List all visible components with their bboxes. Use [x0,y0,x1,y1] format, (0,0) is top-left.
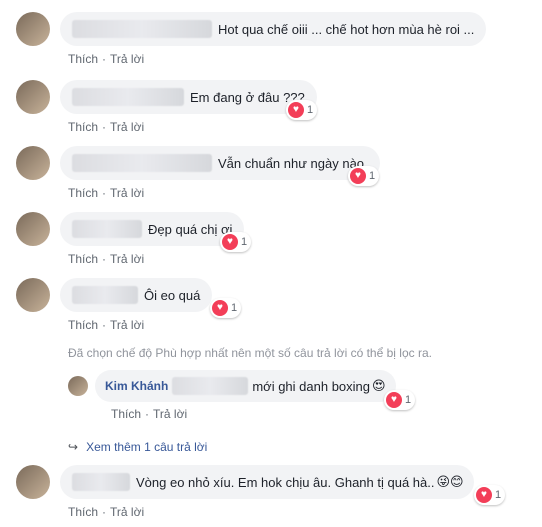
avatar[interactable] [16,146,50,180]
comment: Em đang ở đâu ??? ♥ 1 Thích · Trả lời [0,80,542,140]
like-link[interactable]: Thích [68,52,98,66]
comment-text: Ôi eo quá [144,287,201,303]
emoji-pair: 😜😊 [436,474,464,489]
like-link[interactable]: Thích [68,505,98,519]
heart-icon: ♥ [222,234,238,250]
view-more-label[interactable]: Xem thêm 1 câu trả lời [86,440,207,454]
reaction-badge[interactable]: ♥ 1 [348,166,380,186]
comment-bubble: Vòng eo nhỏ xíu. Em hok chịu âu. Ghanh t… [60,465,474,499]
like-link[interactable]: Thích [68,318,98,332]
reply-link[interactable]: Trả lời [153,407,187,421]
heart-icon: ♥ [212,300,228,316]
comment-text: Vòng eo nhỏ xíu. Em hok chịu âu. Ghanh t… [136,474,435,490]
blurred-name [172,377,249,395]
like-link[interactable]: Thích [111,407,141,421]
filter-note: Đã chọn chế độ Phù hợp nhất nên một số c… [68,346,432,360]
blurred-name [72,88,184,106]
reaction-badge[interactable]: ♥ 1 [210,298,242,318]
heart-icon: ♥ [476,487,492,503]
comment-bubble: Đẹp quá chị ơi [60,212,245,246]
comment-bubble: Em đang ở đâu ??? [60,80,317,114]
reaction-count: 1 [231,302,238,314]
avatar[interactable] [16,12,50,46]
reaction-count: 1 [369,170,376,182]
comment-actions: Thích · Trả lời [68,52,145,66]
blurred-name [72,220,142,238]
reply-link[interactable]: Trả lời [110,186,144,200]
comment-bubble: Ôi eo quá [60,278,213,312]
reply-link[interactable]: Trả lời [110,120,144,134]
comment: Vẫn chuẩn như ngày nào. ♥ 1 Thích · Trả lờ… [0,146,542,206]
like-link[interactable]: Thích [68,186,98,200]
comment-actions: Thích · Trả lời [68,318,145,332]
heart-icon: ♥ [350,168,366,184]
reply-link[interactable]: Trả lời [110,252,144,266]
reply-arrow-icon: ↪ [68,440,79,454]
blurred-name [72,286,138,304]
reply-bubble: Kim Khánh mới ghi danh boxing 😍 [95,370,396,402]
avatar[interactable] [16,80,50,114]
reply-text: mới ghi danh boxing [252,378,370,394]
heart-icon: ♥ [288,102,304,118]
reply-link[interactable]: Trả lời [110,318,144,332]
comment: Ôi eo quá ♥ 1 Thích · Trả lời [0,278,542,338]
comment-actions: Thích · Trả lời [68,120,145,134]
comment-bubble: Hot qua chế oiii ... chế hot hơn mùa hè … [60,12,487,46]
heart-icon: ♥ [386,392,402,408]
reply-link[interactable]: Trả lời [110,505,144,519]
reaction-badge[interactable]: ♥ 1 [220,232,252,252]
avatar[interactable] [68,376,88,396]
blurred-name [72,473,130,491]
blurred-name [72,154,212,172]
avatar[interactable] [16,465,50,499]
comment-actions: Thích · Trả lời [68,252,145,266]
comment-actions: Thích · Trả lời [68,505,145,519]
view-more-replies[interactable]: ↪ Xem thêm 1 câu trả lời [68,440,207,454]
comment: Hot qua chế oiii ... chế hot hơn mùa hè … [0,12,542,72]
comment: Đẹp quá chị ơi ♥ 1 Thích · Trả lời [0,212,542,272]
avatar[interactable] [16,278,50,312]
reaction-badge[interactable]: ♥ 1 [286,100,318,120]
reaction-badge[interactable]: ♥ 1 [474,485,506,505]
comment: Vòng eo nhỏ xíu. Em hok chịu âu. Ghanh t… [0,465,542,525]
reply-author[interactable]: Kim Khánh [105,379,168,393]
reaction-count: 1 [241,236,248,248]
reply-actions: Thích · Trả lời [111,407,188,421]
reaction-badge[interactable]: ♥ 1 [384,390,416,410]
comment-text: Hot qua chế oiii ... chế hot hơn mùa hè … [218,21,475,37]
like-link[interactable]: Thích [68,252,98,266]
reply-comment: Kim Khánh mới ghi danh boxing 😍 ♥ 1 Thíc… [0,370,542,430]
reaction-count: 1 [405,394,412,406]
blurred-name [72,20,212,38]
reaction-count: 1 [495,489,502,501]
reaction-count: 1 [307,104,314,116]
comment-actions: Thích · Trả lời [68,186,145,200]
reply-link[interactable]: Trả lời [110,52,144,66]
avatar[interactable] [16,212,50,246]
like-link[interactable]: Thích [68,120,98,134]
comment-bubble: Vẫn chuẩn như ngày nào. [60,146,380,180]
